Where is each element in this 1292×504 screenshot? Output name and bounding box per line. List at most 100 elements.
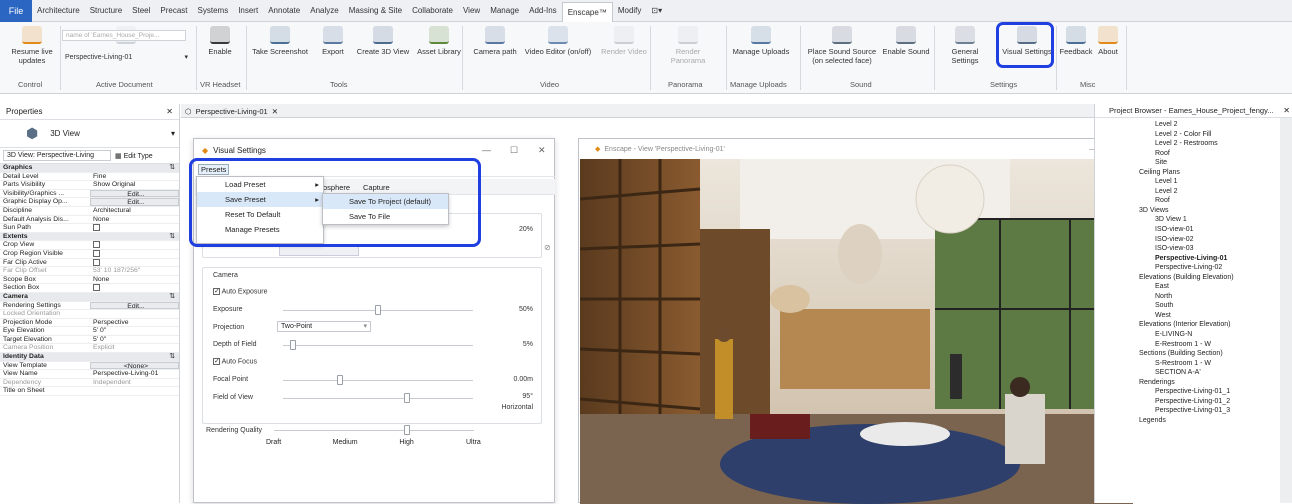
ribbon-button-screenshot[interactable]: Take Screenshot	[250, 26, 310, 56]
fov-slider-thumb[interactable]	[403, 393, 410, 403]
property-checkbox[interactable]	[90, 258, 179, 267]
project-browser-item[interactable]: Level 2 - Restrooms	[1095, 139, 1292, 149]
project-browser-item[interactable]: Sections (Building Section)	[1095, 349, 1292, 359]
dof-slider-track[interactable]	[283, 345, 473, 346]
project-browser-item[interactable]: Perspective-Living-01	[1095, 254, 1292, 264]
project-browser-item[interactable]: Level 2 - Color Fill	[1095, 130, 1292, 140]
ribbon-button-vr-headset[interactable]: Enable	[200, 26, 240, 56]
project-browser-item[interactable]: S-Restroom 1 - W	[1095, 359, 1292, 369]
close-icon[interactable]: ✕	[1283, 106, 1290, 115]
menu-tab-9[interactable]: Collaborate	[407, 6, 458, 15]
properties-section[interactable]: Camera ⇅	[0, 292, 179, 302]
active-document-field[interactable]: name of 'Eames_House_Proje...	[62, 30, 186, 41]
project-browser-item[interactable]: ISO-view-03	[1095, 244, 1292, 254]
tab-perspective-living-01[interactable]: ⬡ Perspective-Living-01 ✕	[181, 104, 1094, 118]
project-browser-item[interactable]: Elevations (Building Elevation)	[1095, 273, 1292, 283]
project-browser-item[interactable]: Legends	[1095, 416, 1292, 426]
project-browser-item[interactable]: Roof	[1095, 196, 1292, 206]
project-browser-item[interactable]: 3D Views	[1095, 206, 1292, 216]
project-browser-item[interactable]: Renderings	[1095, 378, 1292, 388]
menu-tab-13[interactable]: Enscape™	[561, 1, 613, 22]
ribbon-button-enable-sound[interactable]: Enable Sound	[880, 26, 932, 56]
project-browser-item[interactable]: E-Restroom 1 - W	[1095, 340, 1292, 350]
exposure-slider-thumb[interactable]	[375, 305, 381, 315]
project-browser-item[interactable]: West	[1095, 311, 1292, 321]
project-browser-item[interactable]: Site	[1095, 158, 1292, 168]
ribbon-button-camera-path[interactable]: Camera path	[468, 26, 522, 56]
property-checkbox[interactable]	[90, 249, 179, 258]
project-browser-item[interactable]: Perspective-Living-01_2	[1095, 397, 1292, 407]
menu-tab-5[interactable]: Insert	[233, 6, 263, 15]
property-checkbox[interactable]	[90, 224, 179, 232]
project-browser-item[interactable]: North	[1095, 292, 1292, 302]
ribbon-button-export[interactable]: Export	[316, 26, 350, 56]
ribbon-button-video-editor[interactable]: Video Editor (on/off)	[520, 26, 596, 56]
properties-section[interactable]: Extents ⇅	[0, 232, 179, 242]
menu-tab-2[interactable]: Steel	[127, 6, 155, 15]
ribbon-button-general-settings[interactable]: General Settings	[938, 26, 992, 65]
fov-slider-track[interactable]	[283, 398, 473, 399]
focal-slider-track[interactable]	[283, 380, 473, 381]
ribbon-button-manage-uploads[interactable]: Manage Uploads	[728, 26, 794, 56]
project-browser-item[interactable]: Perspective-Living-01_3	[1095, 406, 1292, 416]
maximize-icon[interactable]: ☐	[510, 145, 518, 156]
ribbon-button-feedback[interactable]: Feedback	[1058, 26, 1094, 56]
edit-button[interactable]: Edit...	[90, 301, 179, 310]
properties-section[interactable]: Identity Data ⇅	[0, 353, 179, 362]
project-browser-item[interactable]: ISO-view-01	[1095, 225, 1292, 235]
ribbon-button-enscape-logo[interactable]: Resume live updates	[2, 26, 62, 65]
file-menu[interactable]: File	[0, 0, 32, 22]
project-browser-item[interactable]: Perspective-Living-02	[1095, 263, 1292, 273]
active-document-select[interactable]: Perspective-Living-01 ▾	[62, 52, 190, 63]
type-selector[interactable]: ⬢ 3D View ▾	[0, 120, 179, 148]
auto-focus-checkbox[interactable]: ✓ Auto Focus	[213, 358, 257, 365]
menu-tab-3[interactable]: Precast	[155, 6, 192, 15]
project-browser-item[interactable]: South	[1095, 301, 1292, 311]
close-icon[interactable]: ✕	[166, 107, 173, 116]
project-browser-item[interactable]: East	[1095, 282, 1292, 292]
focal-slider-thumb[interactable]	[337, 375, 343, 385]
menu-tab-0[interactable]: Architecture	[32, 6, 85, 15]
edit-button[interactable]: Edit...	[90, 198, 179, 206]
auto-exposure-checkbox[interactable]: ✓ Auto Exposure	[213, 288, 267, 295]
project-browser-item[interactable]: Level 2	[1095, 187, 1292, 197]
menu-tab-6[interactable]: Annotate	[263, 6, 305, 15]
enscape-render-view[interactable]	[580, 159, 1133, 504]
close-icon[interactable]: ✕	[538, 145, 546, 156]
close-icon[interactable]: ✕	[272, 107, 278, 116]
ribbon-button-about[interactable]: About	[1096, 26, 1120, 56]
quality-slider-track[interactable]	[274, 430, 474, 431]
dof-slider-thumb[interactable]	[289, 340, 296, 350]
project-browser-item[interactable]: SECTION A-A'	[1095, 368, 1292, 378]
projection-select[interactable]: Two-Point ▾	[277, 321, 371, 332]
menu-tab-8[interactable]: Massing & Site	[344, 6, 407, 15]
project-browser-item[interactable]: ISO-view-02	[1095, 235, 1292, 245]
dropdown[interactable]	[279, 246, 359, 256]
properties-section[interactable]: Graphics ⇅	[0, 164, 179, 173]
ribbon-button-render-video[interactable]: Render Video	[598, 26, 650, 56]
quality-slider-thumb[interactable]	[404, 425, 411, 435]
edit-button[interactable]: <None>	[90, 361, 179, 370]
ribbon-button-render-panorama[interactable]: Render Panorama	[660, 26, 716, 65]
menu-tab-10[interactable]: View	[458, 6, 485, 15]
edit-button[interactable]: Edit...	[90, 189, 179, 198]
project-browser-item[interactable]: Level 1	[1095, 177, 1292, 187]
project-browser-item[interactable]: Roof	[1095, 149, 1292, 159]
property-checkbox[interactable]	[90, 284, 179, 292]
ribbon-button-asset-library[interactable]: Asset Library	[412, 26, 466, 56]
edit-type-button[interactable]: ▦ Edit Type	[115, 152, 153, 160]
view-selector[interactable]: 3D View: Perspective-Living	[3, 150, 111, 161]
menu-tab-15[interactable]: ⊡▾	[646, 6, 667, 15]
ribbon-button-create-3d-view[interactable]: Create 3D View	[356, 26, 410, 56]
menu-tab-12[interactable]: Add-Ins	[524, 6, 562, 15]
menu-tab-1[interactable]: Structure	[85, 6, 127, 15]
help-icon[interactable]: ⊘	[544, 243, 551, 252]
project-browser-item[interactable]: E-LIVING-N	[1095, 330, 1292, 340]
menu-tab-11[interactable]: Manage	[485, 6, 524, 15]
menu-tab-7[interactable]: Analyze	[305, 6, 343, 15]
ribbon-button-sound-source[interactable]: Place Sound Source (on selected face)	[804, 26, 880, 65]
minimize-icon[interactable]: —	[482, 145, 491, 155]
project-browser-item[interactable]: Elevations (Interior Elevation)	[1095, 320, 1292, 330]
property-checkbox[interactable]	[90, 241, 179, 249]
project-browser-item[interactable]: Ceiling Plans	[1095, 168, 1292, 178]
